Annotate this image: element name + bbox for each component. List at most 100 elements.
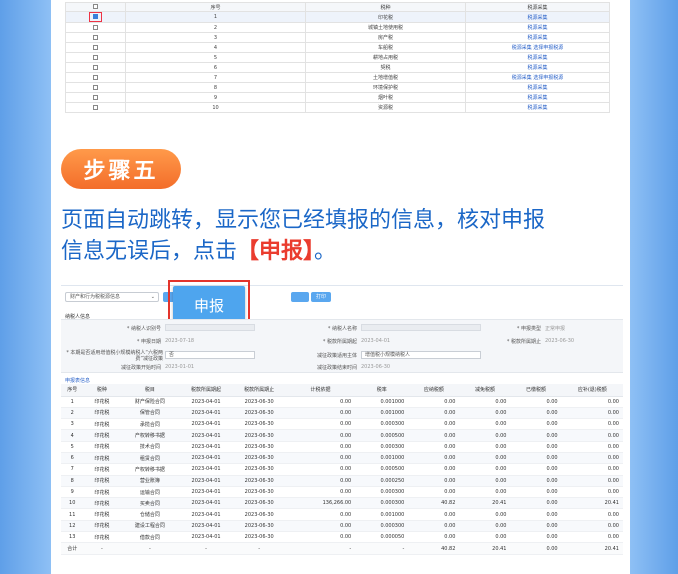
detail-cell: 0.000250 bbox=[355, 475, 409, 487]
detail-cell: 5 bbox=[61, 441, 84, 453]
detail-cell: 136,266.00 bbox=[285, 497, 356, 510]
detail-row: 9 印花税 运输合同 2023-04-01 2023-06-30 0.00 0.000300… bbox=[61, 486, 623, 499]
instruction-text: 信息无误后，点击 bbox=[61, 239, 238, 264]
table-row: 3 房产税 税源采集 bbox=[65, 32, 610, 43]
detail-cell: 2023-04-01 bbox=[179, 429, 233, 442]
detail-cell: 印花税 bbox=[83, 508, 121, 521]
row-checkbox-cell bbox=[65, 11, 126, 23]
row-checkbox[interactable] bbox=[93, 104, 98, 110]
select-all-checkbox[interactable] bbox=[93, 4, 98, 9]
detail-cell: 0.00 bbox=[561, 486, 623, 499]
detail-cell: 2023-04-01 bbox=[179, 475, 233, 487]
six-tax-select[interactable]: 否 bbox=[165, 351, 255, 359]
reduce-subject-select[interactable]: 增值税小规模纳税人 bbox=[361, 351, 481, 359]
detail-cell: 0.00 bbox=[510, 429, 562, 442]
detail-cell: 0.00 bbox=[561, 508, 623, 521]
detail-cell: 4 bbox=[61, 429, 84, 442]
detail-cell: 0.00 bbox=[408, 429, 460, 442]
row-action-link[interactable]: 税源采集 选择申报税源 bbox=[465, 42, 610, 53]
row-action-link[interactable]: 税源采集 bbox=[465, 102, 610, 113]
detail-cell: 13 bbox=[61, 531, 84, 544]
period-end-label: * 税款所属期止 bbox=[506, 339, 541, 345]
detail-cell: 技术合同 bbox=[120, 441, 180, 453]
col-tax: 税种 bbox=[305, 2, 466, 12]
declare-date-value: 2023-07-18 bbox=[165, 338, 195, 344]
row-checkbox-cell bbox=[65, 92, 126, 103]
row-checkbox-cell bbox=[65, 42, 126, 53]
period-end-value: 2023-06-30 bbox=[545, 338, 575, 344]
row-tax: 契税 bbox=[305, 62, 466, 73]
detail-cell: 产权转移书据 bbox=[120, 463, 180, 476]
detail-cell: 0.00 bbox=[561, 407, 623, 420]
detail-cell: 2023-06-30 bbox=[232, 463, 286, 476]
detail-cell: 0.00 bbox=[561, 463, 623, 476]
total-cell: - bbox=[285, 542, 356, 555]
detail-cell: 产权转移书据 bbox=[120, 429, 180, 442]
detail-cell: 10 bbox=[61, 497, 84, 510]
print-button[interactable]: 打印 bbox=[311, 292, 331, 302]
row-checkbox[interactable] bbox=[93, 14, 98, 19]
declaration-type-select[interactable]: 财产和行为税税源信息 ⌄ bbox=[65, 292, 159, 302]
reduce-subject-label: 减征政策适用主体 bbox=[316, 353, 357, 359]
detail-cell: 0.00 bbox=[510, 407, 562, 420]
row-checkbox[interactable] bbox=[93, 24, 98, 30]
detail-cell: 印花税 bbox=[83, 441, 121, 453]
row-action-link[interactable]: 税源采集 bbox=[465, 22, 610, 33]
detail-cell: 0.00 bbox=[561, 531, 623, 544]
detail-cell: 印花税 bbox=[83, 463, 121, 476]
detail-cell: 2023-06-30 bbox=[232, 508, 286, 521]
taxpayer-id-label: * 纳税人识别号 bbox=[126, 326, 161, 332]
detail-cell: 财产保险合同 bbox=[120, 396, 180, 408]
row-no: 1 bbox=[125, 11, 306, 23]
row-checkbox[interactable] bbox=[93, 94, 98, 100]
row-no: 8 bbox=[125, 82, 306, 93]
detail-row: 10 印花税 买卖合同 2023-04-01 2023-06-30 136,266.00 0… bbox=[61, 497, 623, 510]
detail-row: 4 印花税 产权转移书据 2023-04-01 2023-06-30 0.00 0.0005… bbox=[61, 429, 623, 442]
row-action-link[interactable]: 税源采集 bbox=[465, 62, 610, 73]
row-action-link[interactable]: 税源采集 bbox=[465, 92, 610, 103]
taxpayer-name-field bbox=[361, 324, 481, 331]
detail-cell: 印花税 bbox=[83, 475, 121, 487]
row-action-link[interactable]: 税源采集 bbox=[465, 32, 610, 43]
detail-cell: 印花税 bbox=[83, 396, 121, 408]
detail-cell: 0.00 bbox=[561, 441, 623, 453]
detail-cell: 0.00 bbox=[561, 429, 623, 442]
detail-cell: 2023-04-01 bbox=[179, 452, 233, 465]
row-action-link[interactable]: 税源采集 bbox=[465, 11, 610, 23]
table-row: 10 资源税 税源采集 bbox=[65, 102, 610, 113]
row-action-link[interactable]: 税源采集 bbox=[465, 82, 610, 93]
row-checkbox[interactable] bbox=[93, 44, 98, 50]
detail-cell: 买卖合同 bbox=[120, 497, 180, 510]
row-checkbox[interactable] bbox=[93, 34, 98, 40]
detail-col-header: 税种 bbox=[83, 384, 121, 397]
detail-cell: 0.00 bbox=[408, 463, 460, 476]
detail-cell: 印花税 bbox=[83, 497, 121, 510]
row-tax: 印花税 bbox=[305, 11, 466, 23]
row-action-link[interactable]: 税源采集 选择申报税源 bbox=[465, 72, 610, 83]
row-no: 5 bbox=[125, 52, 306, 63]
detail-col-header: 应补(退)税额 bbox=[561, 384, 623, 397]
detail-cell: 0.00 bbox=[408, 475, 460, 487]
row-no: 3 bbox=[125, 32, 306, 43]
step-badge: 步骤五 bbox=[61, 149, 181, 189]
detail-cell: 0.00 bbox=[510, 497, 562, 510]
detail-cell: 0.00 bbox=[408, 418, 460, 431]
detail-cell: 0.00 bbox=[459, 508, 511, 521]
row-checkbox[interactable] bbox=[93, 84, 98, 90]
detail-cell: 0.00 bbox=[285, 429, 356, 442]
detail-cell: 40.82 bbox=[408, 497, 460, 510]
row-checkbox[interactable] bbox=[93, 54, 98, 60]
table-row: 5 耕地占用税 税源采集 bbox=[65, 52, 610, 63]
toolbar-button-b[interactable] bbox=[291, 292, 309, 302]
row-checkbox[interactable] bbox=[93, 64, 98, 70]
row-checkbox[interactable] bbox=[93, 74, 98, 80]
detail-cell: 0.00 bbox=[285, 418, 356, 431]
detail-row: 11 印花税 仓储合同 2023-04-01 2023-06-30 0.00 0.00100… bbox=[61, 508, 623, 521]
row-checkbox-cell bbox=[65, 22, 126, 33]
reduce-start-label: 减征政策开始时间 bbox=[120, 365, 161, 371]
detail-row: 1 印花税 财产保险合同 2023-04-01 2023-06-30 0.00 0.0010… bbox=[61, 396, 623, 408]
row-tax: 土地增值税 bbox=[305, 72, 466, 83]
detail-cell: 0.00 bbox=[561, 396, 623, 408]
row-action-link[interactable]: 税源采集 bbox=[465, 52, 610, 63]
detail-cell: 2023-04-01 bbox=[179, 463, 233, 476]
